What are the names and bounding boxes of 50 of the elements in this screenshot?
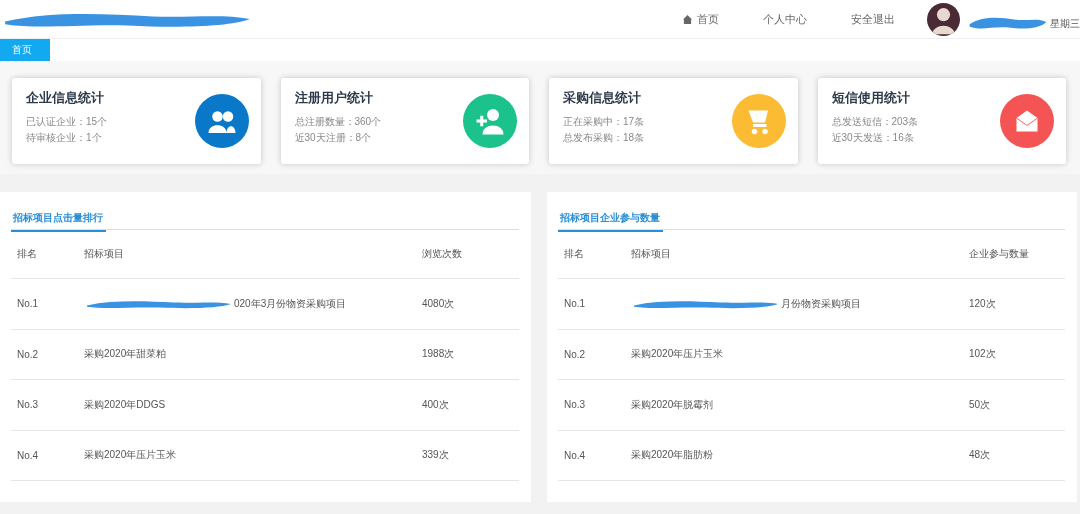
nav-link[interactable]: 安全退出 [851,11,895,27]
card-title: 采购信息统计 [563,88,642,107]
table-cell: 339次 [422,448,449,463]
column-header: 企业参与数量 [969,247,1030,261]
table-cell: No.1 [564,298,586,310]
table-cell: 48次 [969,448,991,463]
nav-link[interactable]: 首页 [683,11,719,27]
table-cell: 采购2020年压片玉米 [631,347,724,362]
panel-tab[interactable]: 招标项目点击量排行 [11,210,106,232]
table-cell: 采购2020年甜菜粕 [84,347,167,362]
table-cell: 采购2020年脂肪粉 [631,448,714,463]
card-stat-text: 总发送短信：203条 [831,114,919,129]
column-header: 排名 [16,247,38,261]
table-cell: No.4 [564,449,586,461]
card-stat-text: 近30天注册：8个 [294,130,373,145]
table-cell: 020年3月份物资采购项目 [234,296,347,311]
panel-tab[interactable]: 招标项目企业参与数量 [558,210,663,232]
table-cell: 4080次 [422,296,455,311]
table-cell: 120次 [969,296,996,311]
table-cell: No.1 [17,298,39,310]
column-header: 招标项目 [631,247,672,261]
card-title: 短信使用统计 [831,88,911,107]
card-stat-text: 正在采购中：17条 [563,114,645,129]
table-cell: No.2 [17,348,39,360]
card-stat-text: 总发布采购：18条 [563,130,645,145]
table-cell: 1988次 [422,347,455,362]
table-cell: No.3 [564,399,586,411]
table-cell: No.2 [564,348,586,360]
column-header: 排名 [563,247,585,261]
card-stat-text: 待审核企业：1个 [26,130,103,145]
table-cell: 400次 [422,397,449,412]
table-cell: No.4 [17,449,39,461]
avatar[interactable] [927,2,960,36]
weekday-text: 星期三 [1050,17,1080,31]
nav-link[interactable]: 个人中心 [763,11,807,27]
home-icon [683,14,692,24]
card-title: 注册用户统计 [294,88,374,107]
card-stat-text: 近30天发送：16条 [831,130,915,145]
column-header: 招标项目 [84,247,125,261]
card-stat-text: 总注册数量：360个 [294,114,382,129]
table-cell: 采购2020年DDGS [84,397,166,412]
table-cell: 月份物资采购项目 [781,296,861,311]
table-cell: 102次 [969,347,996,362]
card-stat-text: 已认证企业：15个 [26,114,108,129]
table-cell: 采购2020年脱霉剂 [631,397,714,412]
table-cell: No.3 [17,399,39,411]
card-title: 企业信息统计 [26,88,105,107]
column-header: 浏览次数 [422,247,463,261]
table-cell: 50次 [969,397,991,412]
table-cell: 采购2020年压片玉米 [84,448,177,463]
